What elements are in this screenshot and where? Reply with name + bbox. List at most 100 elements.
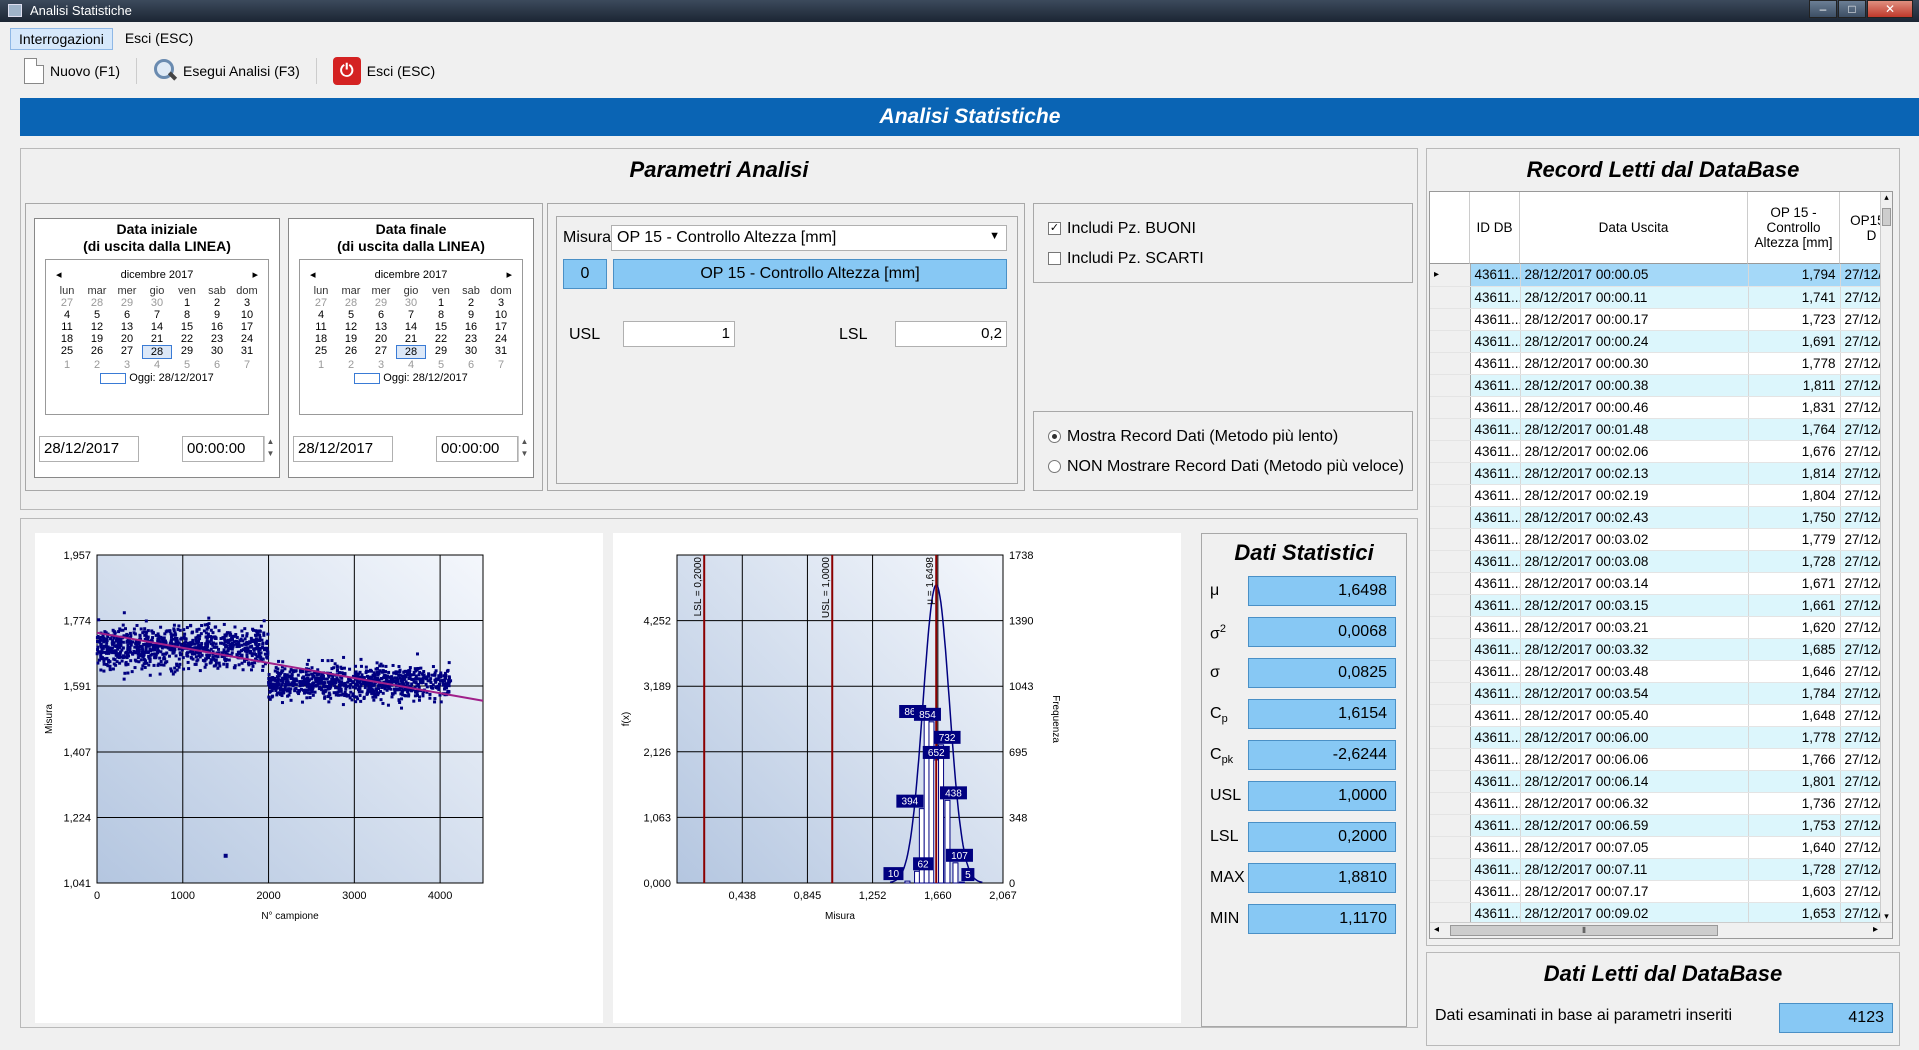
calendar-day[interactable]: 4: [396, 359, 426, 371]
table-row[interactable]: 43611...28/12/2017 00:03.481,64627/12/20…: [1430, 660, 1882, 683]
cell-data-uscita[interactable]: 28/12/2017 00:00.11: [1520, 286, 1749, 309]
table-row[interactable]: 43611...28/12/2017 00:00.381,81127/12/20…: [1430, 374, 1882, 397]
calendar-day[interactable]: 6: [456, 359, 486, 371]
row-header[interactable]: [1430, 770, 1471, 793]
mostra-record-radio[interactable]: Mostra Record Dati (Metodo più lento): [1048, 428, 1338, 446]
cell-op15-d[interactable]: 27/12/2017 2: [1840, 616, 1882, 639]
cell-misura[interactable]: 1,723: [1748, 308, 1841, 331]
table-row[interactable]: 43611...28/12/2017 00:09.021,65327/12/20…: [1430, 902, 1882, 922]
cell-op15-d[interactable]: 27/12/2017 2: [1840, 858, 1882, 881]
cell-misura[interactable]: 1,750: [1748, 506, 1841, 529]
calendar-day[interactable]: 11: [52, 321, 82, 333]
cell-misura[interactable]: 1,685: [1748, 638, 1841, 661]
cell-op15-d[interactable]: 27/12/2017 2: [1840, 440, 1882, 463]
menu-esci[interactable]: Esci (ESC): [117, 28, 201, 50]
cell-id[interactable]: 43611...: [1470, 330, 1521, 353]
cell-op15-d[interactable]: 27/12/2017 2: [1840, 528, 1882, 551]
calendar-day[interactable]: 3: [486, 297, 516, 309]
calendar-day[interactable]: 22: [172, 333, 202, 345]
calendar-day[interactable]: 31: [486, 345, 516, 359]
cell-misura[interactable]: 1,620: [1748, 616, 1841, 639]
cell-op15-d[interactable]: 27/12/2017 2: [1840, 638, 1882, 661]
cell-misura[interactable]: 1,794: [1748, 264, 1841, 287]
horizontal-scroll-thumb[interactable]: ⦀: [1450, 925, 1718, 936]
calendar-day[interactable]: 21: [142, 333, 172, 345]
cell-data-uscita[interactable]: 28/12/2017 00:00.17: [1520, 308, 1749, 331]
table-row[interactable]: ▸43611...28/12/2017 00:00.051,79427/12/2…: [1430, 264, 1882, 287]
cell-id[interactable]: 43611...: [1470, 264, 1521, 287]
calendar-iniziale[interactable]: ◂ dicembre 2017 ▸ lun mar mer gio ven sab dom 2…: [45, 259, 269, 415]
row-header[interactable]: [1430, 374, 1471, 397]
table-row[interactable]: 43611...28/12/2017 00:05.401,64827/12/20…: [1430, 704, 1882, 727]
cell-data-uscita[interactable]: 28/12/2017 00:07.17: [1520, 880, 1749, 903]
row-header[interactable]: [1430, 792, 1471, 815]
cell-misura[interactable]: 1,778: [1748, 352, 1841, 375]
cell-data-uscita[interactable]: 28/12/2017 00:03.48: [1520, 660, 1749, 683]
calendar-day[interactable]: 20: [112, 333, 142, 345]
row-header[interactable]: [1430, 638, 1471, 661]
calendar-day[interactable]: 10: [232, 309, 262, 321]
data-iniziale-time-input[interactable]: 00:00:00: [182, 436, 264, 462]
row-header[interactable]: [1430, 880, 1471, 903]
calendar-day[interactable]: 24: [232, 333, 262, 345]
row-header[interactable]: [1430, 506, 1471, 529]
calendar-day[interactable]: 30: [456, 345, 486, 359]
cell-misura[interactable]: 1,648: [1748, 704, 1841, 727]
calendar-day[interactable]: 25: [52, 345, 82, 359]
table-row[interactable]: 43611...28/12/2017 00:02.061,67627/12/20…: [1430, 440, 1882, 463]
cell-op15-d[interactable]: 27/12/2017 2: [1840, 264, 1882, 287]
time-spinner[interactable]: ▲ ▼: [518, 436, 530, 462]
cell-id[interactable]: 43611...: [1470, 682, 1521, 705]
calendar-day[interactable]: 15: [426, 321, 456, 333]
misura-dropdown[interactable]: OP 15 - Controllo Altezza [mm] ▼: [611, 225, 1007, 251]
cell-misura[interactable]: 1,778: [1748, 726, 1841, 749]
cell-op15-d[interactable]: 27/12/2017 2: [1840, 462, 1882, 485]
calendar-day[interactable]: 17: [486, 321, 516, 333]
cell-id[interactable]: 43611...: [1470, 352, 1521, 375]
cell-op15-d[interactable]: 27/12/2017 2: [1840, 902, 1882, 922]
cell-id[interactable]: 43611...: [1470, 726, 1521, 749]
cell-data-uscita[interactable]: 28/12/2017 00:06.32: [1520, 792, 1749, 815]
row-header[interactable]: [1430, 308, 1471, 331]
cell-misura[interactable]: 1,728: [1748, 550, 1841, 573]
calendar-day[interactable]: 5: [336, 309, 366, 321]
cell-op15-d[interactable]: 27/12/2017 2: [1840, 484, 1882, 507]
data-finale-date-input[interactable]: 28/12/2017: [293, 436, 393, 462]
row-header[interactable]: [1430, 660, 1471, 683]
row-header[interactable]: [1430, 858, 1471, 881]
cell-misura[interactable]: 1,728: [1748, 858, 1841, 881]
cell-data-uscita[interactable]: 28/12/2017 00:03.32: [1520, 638, 1749, 661]
cell-misura[interactable]: 1,671: [1748, 572, 1841, 595]
cell-misura[interactable]: 1,736: [1748, 792, 1841, 815]
cell-id[interactable]: 43611...: [1470, 308, 1521, 331]
calendar-day[interactable]: 28: [336, 297, 366, 309]
cell-id[interactable]: 43611...: [1470, 902, 1521, 922]
horizontal-scrollbar[interactable]: ◂ ⦀ ▸: [1430, 922, 1892, 938]
cell-data-uscita[interactable]: 28/12/2017 00:03.21: [1520, 616, 1749, 639]
cell-id[interactable]: 43611...: [1470, 836, 1521, 859]
row-header[interactable]: [1430, 594, 1471, 617]
calendar-day[interactable]: 9: [202, 309, 232, 321]
cell-op15-d[interactable]: 27/12/2017 2: [1840, 572, 1882, 595]
cell-misura[interactable]: 1,661: [1748, 594, 1841, 617]
cell-id[interactable]: 43611...: [1470, 550, 1521, 573]
cell-op15-d[interactable]: 27/12/2017 2: [1840, 836, 1882, 859]
cell-misura[interactable]: 1,766: [1748, 748, 1841, 771]
calendar-day[interactable]: 27: [112, 345, 142, 359]
cell-op15-d[interactable]: 27/12/2017 2: [1840, 660, 1882, 683]
cell-data-uscita[interactable]: 28/12/2017 00:07.11: [1520, 858, 1749, 881]
vertical-scroll-thumb[interactable]: [1882, 208, 1891, 226]
col-header-data-uscita[interactable]: Data Uscita: [1520, 192, 1748, 264]
table-row[interactable]: 43611...28/12/2017 00:03.021,77927/12/20…: [1430, 528, 1882, 551]
calendar-day[interactable]: 4: [52, 309, 82, 321]
calendar-day[interactable]: 8: [172, 309, 202, 321]
row-header[interactable]: [1430, 748, 1471, 771]
cell-op15-d[interactable]: 27/12/2017 2: [1840, 814, 1882, 837]
calendar-day[interactable]: 27: [366, 345, 396, 359]
cell-id[interactable]: 43611...: [1470, 660, 1521, 683]
cell-op15-d[interactable]: 27/12/2017 2: [1840, 308, 1882, 331]
close-button[interactable]: ✕: [1867, 0, 1913, 18]
calendar-day[interactable]: 8: [426, 309, 456, 321]
calendar-day[interactable]: 16: [202, 321, 232, 333]
calendar-day[interactable]: 20: [366, 333, 396, 345]
